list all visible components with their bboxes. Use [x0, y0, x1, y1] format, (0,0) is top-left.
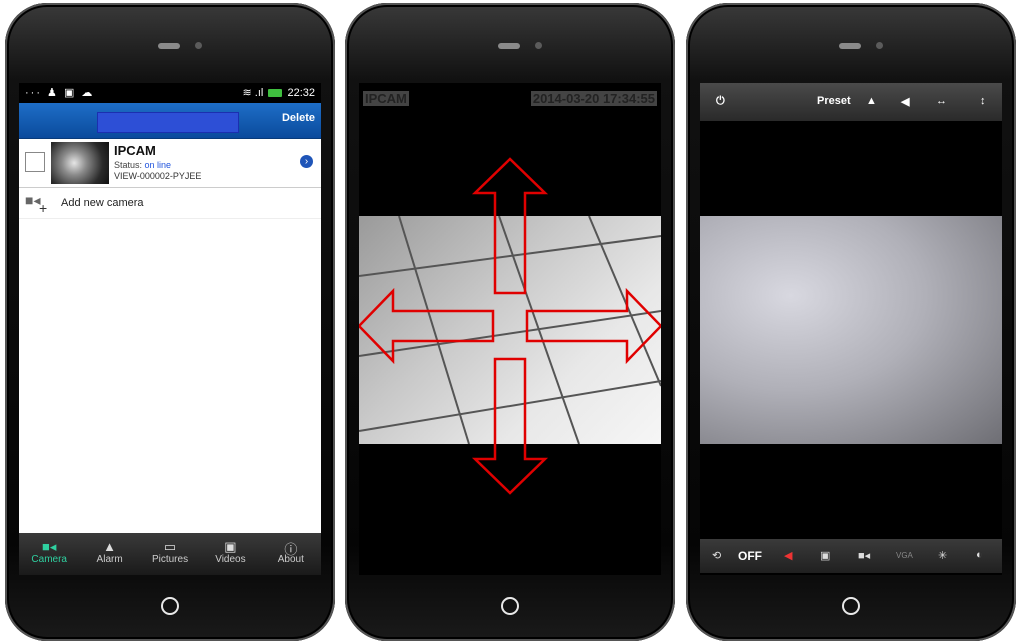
speaker-grille — [158, 43, 180, 49]
tab-label: About — [277, 554, 304, 565]
chevron-right-icon[interactable]: › — [300, 155, 313, 168]
phone-frame-camera-list: ··· ♟ ▣ ☁ ≋ .ıl 22:32 Delete IPCAM Statu… — [5, 3, 335, 641]
tab-label: Videos — [215, 554, 246, 565]
front-camera — [195, 42, 202, 49]
speaker-grille — [498, 43, 520, 49]
tab-label: Camera — [31, 554, 67, 565]
battery-icon — [268, 89, 283, 98]
add-camera-icon: ■◂ + — [25, 192, 48, 216]
home-button[interactable] — [501, 597, 519, 615]
add-camera-row[interactable]: ■◂ + Add new camera — [19, 188, 321, 219]
tab-videos[interactable]: ▣ Videos — [200, 533, 260, 575]
status-right: ≋ .ıl 22:32 — [243, 86, 316, 99]
preset-button[interactable]: Preset — [817, 95, 851, 107]
mirror-icon[interactable]: ◀ — [901, 95, 909, 108]
camera-name: IPCAM — [114, 143, 156, 158]
arrow-right-icon — [525, 287, 661, 365]
pan-tilt-arrows — [359, 157, 661, 495]
camera-status: Status: on line — [114, 160, 171, 170]
clock: 22:32 — [287, 87, 315, 99]
picture-icon: ▭ — [163, 539, 177, 554]
camera-thumbnail — [51, 142, 109, 184]
brightness-icon[interactable]: ✳ — [938, 549, 947, 562]
home-button[interactable] — [842, 597, 860, 615]
front-camera — [876, 42, 883, 49]
bottom-control-bar: ⟲ OFF ◀ ▣ ■◂ VGA ✳ ◐ — [700, 539, 1002, 573]
rotate-icon[interactable]: ⟲ — [712, 549, 721, 562]
camera-checkbox[interactable] — [25, 152, 45, 172]
camera-icon: ■◂ — [42, 539, 57, 554]
camera-id: VIEW-000002-PYJEE — [114, 171, 202, 181]
signal-icon: .ıl — [254, 87, 264, 99]
bell-icon: ▲ — [103, 539, 117, 554]
add-camera-label: Add new camera — [61, 197, 144, 209]
tab-about[interactable]: ⓘ About — [261, 533, 321, 575]
camera-status-label: Status: — [114, 160, 143, 170]
tab-camera[interactable]: ■◂ Camera — [19, 533, 79, 575]
title-placeholder — [97, 112, 239, 133]
contrast-icon[interactable]: ◐ — [976, 549, 983, 561]
arrow-up-icon — [471, 157, 549, 295]
power-icon[interactable]: ⏻ — [716, 95, 725, 108]
snapshot-icon[interactable]: ▣ — [820, 549, 830, 562]
tab-label: Alarm — [96, 554, 123, 565]
info-icon: ⓘ — [284, 542, 298, 557]
camera-status-value: on line — [144, 160, 172, 170]
phone-frame-controls: ⏻ Preset ▲ ◀ ↔ ↕ ⟲ OFF ◀ ▣ ■◂ VGA ✳ ◐ — [686, 3, 1016, 641]
tab-label: Pictures — [151, 554, 189, 565]
vertical-scan-icon[interactable]: ↕ — [980, 95, 986, 107]
notification-icons: ··· ♟ ▣ ☁ — [25, 87, 95, 99]
delete-button[interactable]: Delete — [282, 112, 315, 124]
mute-icon[interactable]: ◀ — [784, 549, 792, 562]
bottom-tab-bar: ■◂ Camera ▲ Alarm ▭ Pictures ▣ Videos ⓘ About — [19, 533, 321, 575]
phone-frame-live-view: IPCAM 2014-03-20 17:34:55 — [345, 3, 675, 641]
control-screen: ⏻ Preset ▲ ◀ ↔ ↕ ⟲ OFF ◀ ▣ ■◂ VGA ✳ ◐ — [700, 83, 1002, 575]
horizontal-scan-icon[interactable]: ↔ — [936, 95, 947, 107]
title-bar: Delete — [19, 103, 321, 139]
camera-list-screen: ··· ♟ ▣ ☁ ≋ .ıl 22:32 Delete IPCAM Statu… — [19, 83, 321, 575]
speaker-grille — [839, 43, 861, 49]
live-view-screen: IPCAM 2014-03-20 17:34:55 — [359, 83, 661, 575]
resolution-button[interactable]: VGA — [896, 551, 913, 560]
flip-vertical-icon[interactable]: ▲ — [866, 95, 877, 107]
wifi-icon: ≋ — [242, 87, 252, 99]
ir-off-button[interactable]: OFF — [738, 549, 762, 563]
camera-list-item[interactable]: IPCAM Status: on line VIEW-000002-PYJEE … — [19, 139, 321, 188]
arrow-down-icon — [471, 357, 549, 495]
front-camera — [535, 42, 542, 49]
tab-alarm[interactable]: ▲ Alarm — [79, 533, 139, 575]
status-bar: ··· ♟ ▣ ☁ ≋ .ıl 22:32 — [19, 83, 321, 103]
tab-pictures[interactable]: ▭ Pictures — [140, 533, 200, 575]
top-control-bar: ⏻ Preset ▲ ◀ ↔ ↕ — [700, 83, 1002, 121]
video-icon: ▣ — [224, 539, 237, 554]
record-icon[interactable]: ■◂ — [858, 549, 870, 562]
home-button[interactable] — [161, 597, 179, 615]
arrow-left-icon — [359, 287, 495, 365]
video-feed[interactable] — [700, 216, 1002, 444]
